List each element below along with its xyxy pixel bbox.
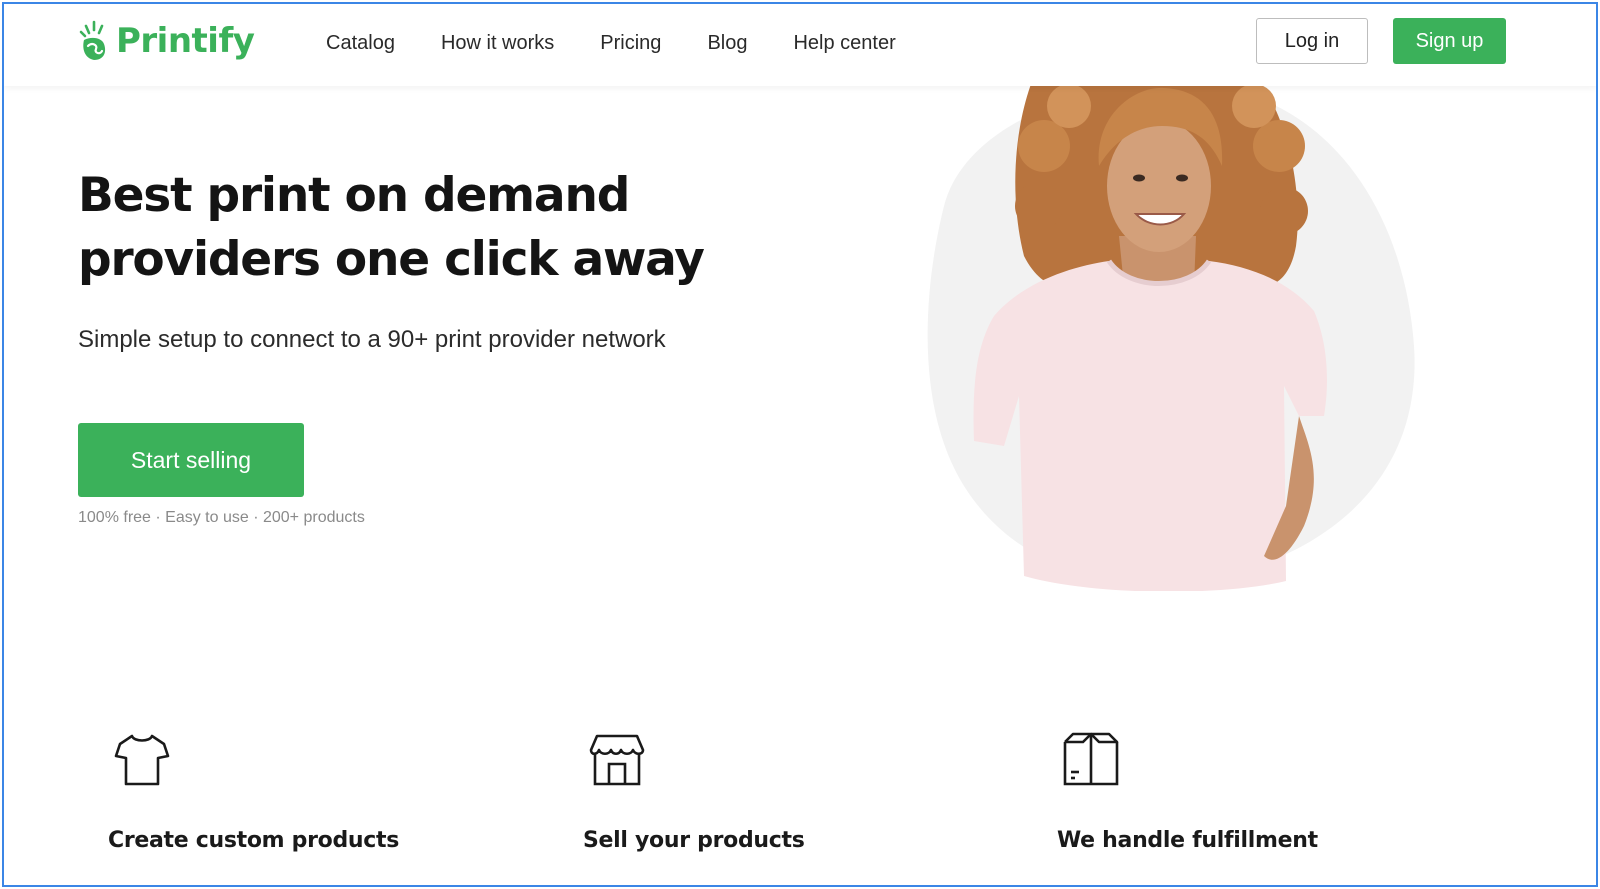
hero-title: Best print on demand providers one click… (78, 164, 778, 292)
hero-model-image (927, 86, 1415, 591)
site-header: Printify Catalog How it works Pricing Bl… (4, 4, 1596, 86)
feature-title-sell: Sell your products (583, 828, 805, 853)
hero-title-line1: Best print on demand (78, 168, 630, 223)
browser-frame: Printify Catalog How it works Pricing Bl… (2, 2, 1598, 887)
nav-link-blog[interactable]: Blog (707, 30, 747, 56)
nav-link-pricing[interactable]: Pricing (600, 30, 661, 56)
brand-name: Printify (116, 21, 255, 61)
start-selling-button[interactable]: Start selling (78, 423, 304, 497)
main-nav: Catalog How it works Pricing Blog Help c… (326, 30, 942, 56)
feature-sell: Sell your products (583, 730, 805, 853)
hero-title-line2: providers one click away (78, 232, 705, 287)
brand-logo-link[interactable]: Printify (78, 18, 255, 64)
storefront-icon (589, 734, 645, 786)
nav-link-help-center[interactable]: Help center (793, 30, 895, 56)
feature-fulfillment: We handle fulfillment (1057, 730, 1318, 853)
feature-title-create: Create custom products (108, 828, 400, 853)
printify-logo-icon (79, 20, 106, 60)
hero-subtitle: Simple setup to connect to a 90+ print p… (78, 326, 666, 353)
nav-link-how-it-works[interactable]: How it works (441, 30, 554, 56)
feature-title-fulfillment: We handle fulfillment (1057, 828, 1318, 853)
feature-create: Create custom products (108, 730, 399, 853)
nav-link-catalog[interactable]: Catalog (326, 30, 395, 56)
login-button[interactable]: Log in (1256, 18, 1368, 64)
box-icon (1063, 732, 1119, 786)
hero-features-note: 100% free · Easy to use · 200+ products (78, 509, 365, 526)
tshirt-icon (114, 734, 170, 786)
signup-button[interactable]: Sign up (1393, 18, 1506, 64)
